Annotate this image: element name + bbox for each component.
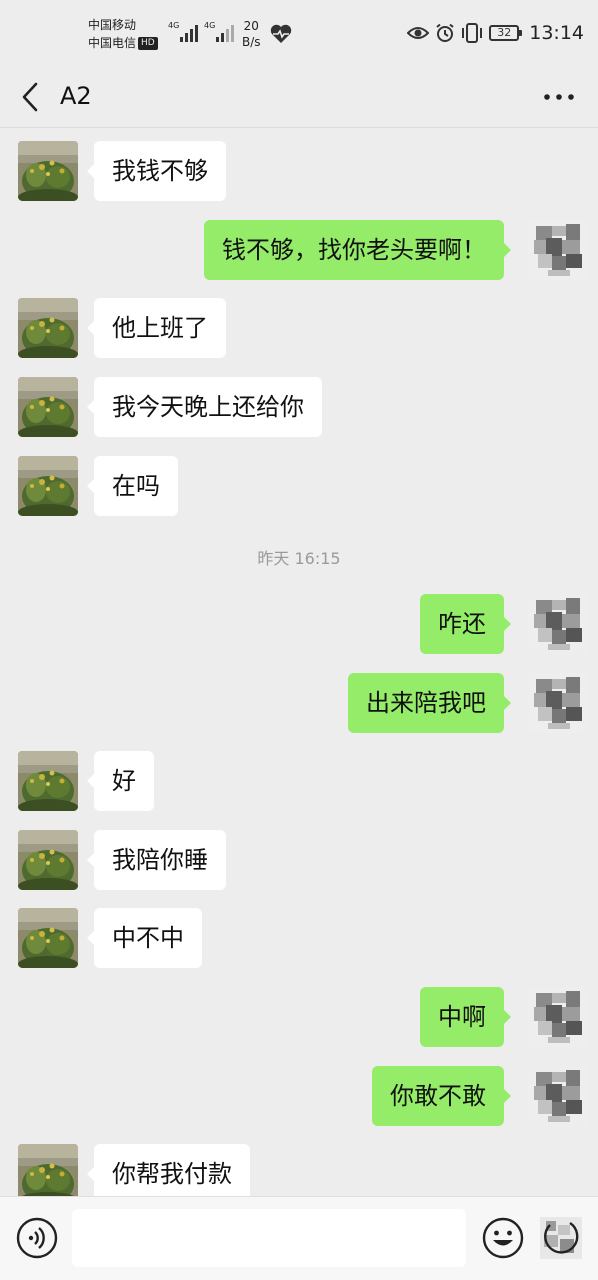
my-avatar[interactable] [528,594,588,654]
message-bubble[interactable]: 他上班了 [87,298,226,358]
contact-avatar[interactable] [18,830,78,890]
message-list[interactable]: 我钱不够 钱不够，找你老头要啊！ 他上班了 我今天晚上还给你 在吗 昨天 16:… [0,128,598,1196]
message-input[interactable] [72,1209,466,1267]
input-bar [0,1196,598,1280]
battery-icon: 32 [489,25,523,41]
message-bubble[interactable]: 我陪你睡 [87,830,226,890]
signal-icon-1: 4G [168,21,198,42]
carrier-2: 中国电信 [88,36,137,50]
status-time: 13:14 [529,22,584,44]
message-bubble[interactable]: 钱不够，找你老头要啊！ [204,220,511,280]
message-bubble[interactable]: 你敢不敢 [372,1066,511,1126]
message-bubble[interactable]: 中啊 [420,987,511,1047]
contact-avatar[interactable] [18,751,78,811]
signal-icon-2: 4G [204,21,234,42]
back-arrow-icon[interactable] [16,80,46,114]
message-bubble[interactable]: 咋还 [420,594,511,654]
message-bubble[interactable]: 我钱不够 [87,141,226,201]
speed-value: 20 [243,19,259,33]
contact-avatar[interactable] [18,377,78,437]
chat-header: A2 [0,66,598,128]
contact-avatar[interactable] [18,908,78,968]
message-timestamp: 昨天 16:15 [257,549,341,568]
carrier-info: 中国移动 中国电信 HD [88,16,158,52]
message-bubble[interactable]: 中不中 [87,908,202,968]
status-right: 32 13:14 [407,22,584,44]
my-avatar[interactable] [528,673,588,733]
my-avatar[interactable] [528,1066,588,1126]
status-bar: 中国移动 中国电信 HD 4G 4G 20 B/s 32 13:14 [0,0,598,66]
my-avatar[interactable] [528,987,588,1047]
carrier-1: 中国移动 [88,18,137,32]
chat-title: A2 [60,82,92,110]
contact-avatar[interactable] [18,298,78,358]
message-bubble[interactable]: 好 [87,751,154,811]
message-bubble[interactable]: 你帮我付款 [87,1144,250,1196]
more-functions-plus-icon[interactable] [540,1217,582,1259]
contact-avatar[interactable] [18,141,78,201]
voice-input-icon[interactable] [16,1217,58,1259]
message-bubble[interactable]: 我今天晚上还给你 [87,377,322,437]
vibrate-icon [462,23,483,43]
hd-badge: HD [138,37,158,50]
contact-avatar[interactable] [18,456,78,516]
network-speed: 20 B/s [242,18,261,50]
emoji-icon[interactable] [482,1217,524,1259]
network-type-1: 4G [168,21,180,30]
eye-icon [407,27,430,39]
my-avatar[interactable] [528,220,588,280]
message-bubble[interactable]: 在吗 [87,456,178,516]
health-heart-icon [270,24,292,43]
contact-avatar[interactable] [18,1144,78,1196]
more-options-icon[interactable] [542,84,576,110]
message-bubble[interactable]: 出来陪我吧 [348,673,511,733]
speed-unit: B/s [242,35,261,49]
network-type-2: 4G [204,21,216,30]
alarm-icon [436,23,454,42]
